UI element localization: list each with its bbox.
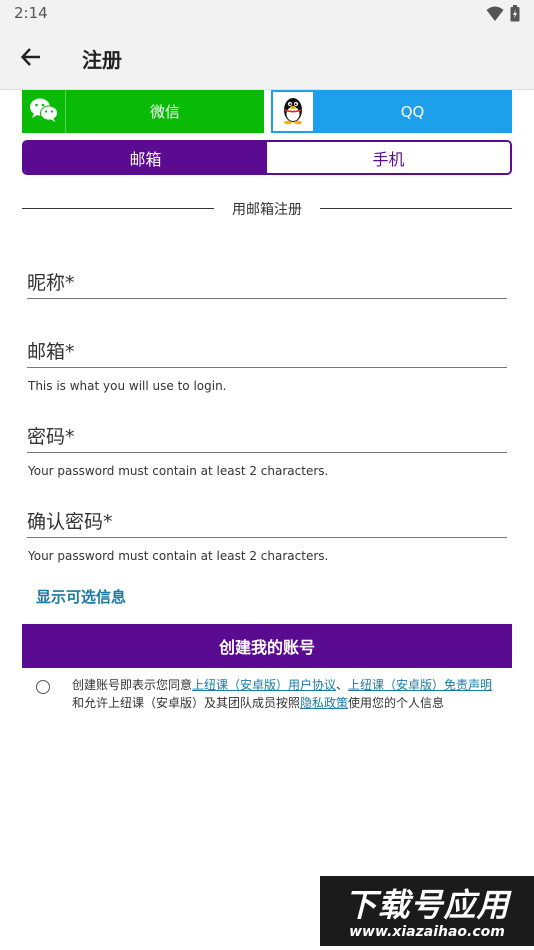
email-field[interactable]: 邮箱* This is what you will use to login. — [27, 337, 507, 393]
tab-phone[interactable]: 手机 — [267, 142, 510, 173]
wechat-label: 微信 — [149, 103, 180, 121]
password-underline — [27, 452, 507, 453]
wechat-icon-box — [22, 90, 66, 133]
app-bar: 注册 — [0, 28, 534, 90]
watermark-title: 下载号应用 — [344, 886, 510, 924]
status-bar: 2:14 — [0, 0, 534, 28]
page-title: 注册 — [82, 48, 122, 72]
divider-text: 用邮箱注册 — [232, 202, 302, 218]
agreement-separator: 、 — [336, 678, 349, 692]
nickname-underline — [27, 298, 507, 299]
confirm-password-underline — [27, 537, 507, 538]
agreement-prefix: 创建账号即表示您同意 — [72, 678, 193, 692]
wechat-login-button[interactable]: 微信 — [22, 90, 264, 133]
signup-method-toggle: 邮箱 手机 — [22, 140, 512, 175]
create-account-button[interactable]: 创建我的账号 — [22, 624, 512, 668]
email-underline — [27, 367, 507, 368]
battery-icon — [510, 5, 520, 26]
nickname-label: 昵称* — [27, 272, 75, 294]
confirm-password-helper-text: Your password must contain at least 2 ch… — [28, 549, 329, 563]
qq-label: QQ — [400, 102, 425, 121]
password-field[interactable]: 密码* Your password must contain at least … — [27, 422, 507, 478]
nickname-field[interactable]: 昵称* — [27, 268, 507, 299]
qq-login-button[interactable]: QQ — [271, 90, 512, 133]
confirm-password-field[interactable]: 确认密码* Your password must contain at leas… — [27, 507, 507, 563]
status-time: 2:14 — [14, 4, 48, 22]
email-label: 邮箱* — [27, 341, 75, 363]
qq-penguin-icon — [280, 95, 306, 129]
password-helper-text: Your password must contain at least 2 ch… — [28, 464, 329, 478]
agreement-middle: 和允许上纽课（安卓版）及其团队成员按照 — [72, 696, 301, 710]
status-icons — [486, 5, 520, 26]
arrow-left-icon — [20, 46, 42, 72]
qq-icon-box — [273, 92, 313, 131]
password-label: 密码* — [27, 426, 75, 448]
agreement-suffix: 使用您的个人信息 — [348, 696, 445, 710]
show-optional-info-link[interactable]: 显示可选信息 — [36, 586, 126, 607]
agreement-text: 创建账号即表示您同意上纽课（安卓版）用户协议、上纽课（安卓版）免责声明和允许上纽… — [72, 676, 504, 712]
email-helper-text: This is what you will use to login. — [28, 379, 227, 393]
confirm-password-label: 确认密码* — [27, 511, 113, 533]
disclaimer-link[interactable]: 上纽课（安卓版）免责声明 — [348, 678, 492, 692]
wifi-icon — [486, 6, 504, 26]
watermark: 下载号应用 www.xiazaihao.com — [320, 876, 534, 946]
back-button[interactable] — [14, 42, 48, 76]
wechat-icon — [29, 97, 59, 127]
divider-line-right — [320, 208, 512, 209]
section-divider: 用邮箱注册 — [22, 197, 512, 219]
user-agreement-link[interactable]: 上纽课（安卓版）用户协议 — [192, 678, 336, 692]
social-login-row: 微信 QQ — [22, 90, 512, 133]
privacy-policy-link[interactable]: 隐私政策 — [300, 696, 348, 710]
watermark-url: www.xiazaihao.com — [349, 924, 505, 940]
agree-radio[interactable] — [36, 680, 50, 694]
tab-email[interactable]: 邮箱 — [24, 142, 267, 173]
